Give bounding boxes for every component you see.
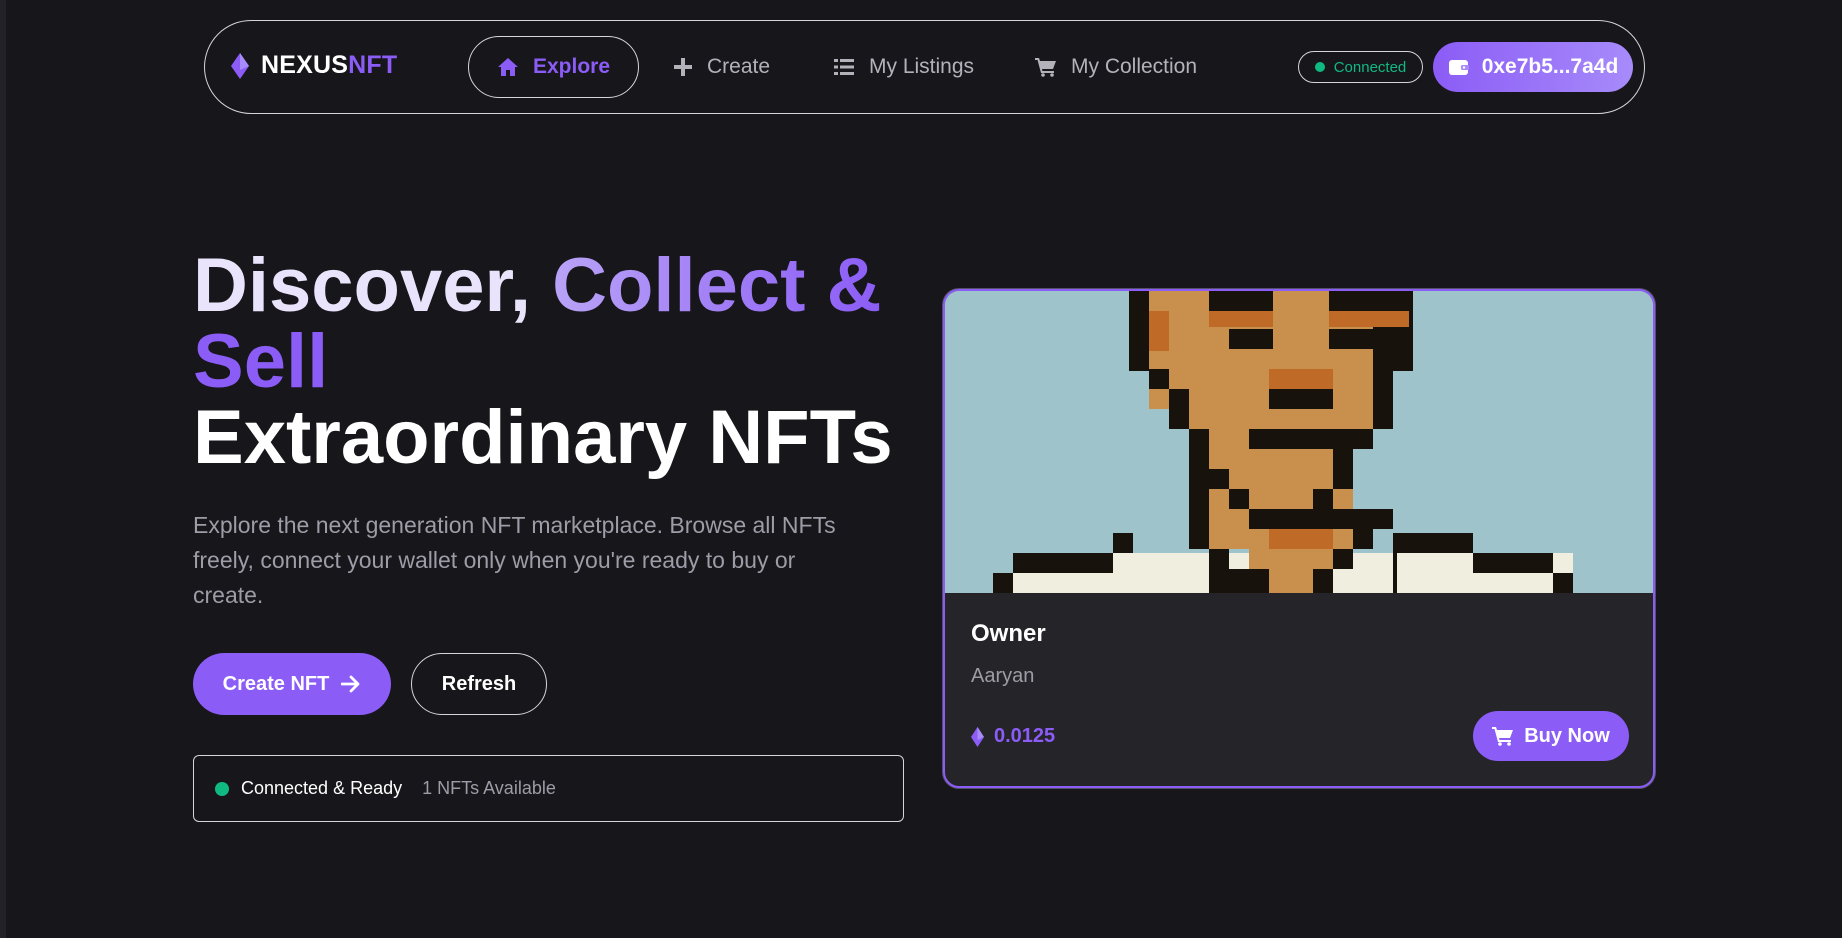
ethereum-icon <box>971 726 984 747</box>
owner-label: Owner <box>971 620 1046 647</box>
create-nft-button[interactable]: Create NFT <box>193 653 391 715</box>
hero-title-part3: Sell <box>193 319 329 404</box>
refresh-button[interactable]: Refresh <box>411 653 547 715</box>
logo[interactable]: NEXUS NFT <box>231 51 397 80</box>
cart-icon <box>1492 727 1514 746</box>
arrow-right-icon <box>341 675 360 693</box>
create-nft-label: Create NFT <box>222 672 330 695</box>
nft-card[interactable]: Owner Aaryan 0.0125 Buy Now <box>943 289 1655 788</box>
owner-name: Aaryan <box>971 665 1035 687</box>
home-icon <box>497 58 518 76</box>
ready-dot <box>215 781 229 796</box>
connection-status-text: Connected <box>1333 58 1407 76</box>
nav-my-listings[interactable]: My Listings <box>833 36 974 98</box>
marketplace-status-bar: Connected & Ready 1 NFTs Available <box>193 755 904 822</box>
nav-create-label: Create <box>707 55 771 78</box>
nav-explore-label: Explore <box>532 55 611 78</box>
logo-text-accent: NFT <box>348 51 398 79</box>
nav-my-listings-label: My Listings <box>869 55 975 78</box>
nft-price-value: 0.0125 <box>994 725 1056 747</box>
wallet-address: 0xe7b5...7a4d <box>1481 55 1619 78</box>
list-icon <box>834 59 854 75</box>
nft-count-text: 1 NFTs Available <box>422 778 556 798</box>
pixel-art-portrait <box>945 291 1653 593</box>
nav-explore[interactable]: Explore <box>468 36 639 98</box>
plus-icon <box>674 58 692 76</box>
hero-title-part2: Collect & <box>552 243 882 328</box>
buy-now-button[interactable]: Buy Now <box>1473 711 1629 761</box>
hero-title-part1: Discover, <box>193 243 553 328</box>
nav-my-collection[interactable]: My Collection <box>1035 36 1197 98</box>
nft-price: 0.0125 <box>971 725 1055 748</box>
hero-title-part4: Extraordinary NFTs <box>193 395 893 480</box>
nav-my-collection-label: My Collection <box>1071 55 1198 78</box>
nft-image[interactable] <box>945 291 1653 593</box>
cart-icon <box>1035 58 1056 77</box>
refresh-label: Refresh <box>441 672 517 695</box>
top-navbar: NEXUS NFT Explore Create My Listings My … <box>204 20 1645 114</box>
nav-create[interactable]: Create <box>673 36 770 98</box>
connection-status-badge: Connected <box>1298 51 1423 83</box>
hero-title: Discover, Collect & Sell Extraordinary N… <box>193 248 913 476</box>
status-dot <box>1314 62 1325 72</box>
hero-description: Explore the next generation NFT marketpl… <box>193 512 836 608</box>
ready-status-text: Connected & Ready <box>241 778 403 798</box>
logo-text-primary: NEXUS <box>261 51 349 79</box>
buy-now-label: Buy Now <box>1524 724 1610 747</box>
ethereum-diamond-icon <box>231 52 249 79</box>
window-edge <box>0 0 6 938</box>
wallet-button[interactable]: 0xe7b5...7a4d <box>1433 42 1633 92</box>
wallet-icon <box>1448 60 1469 75</box>
